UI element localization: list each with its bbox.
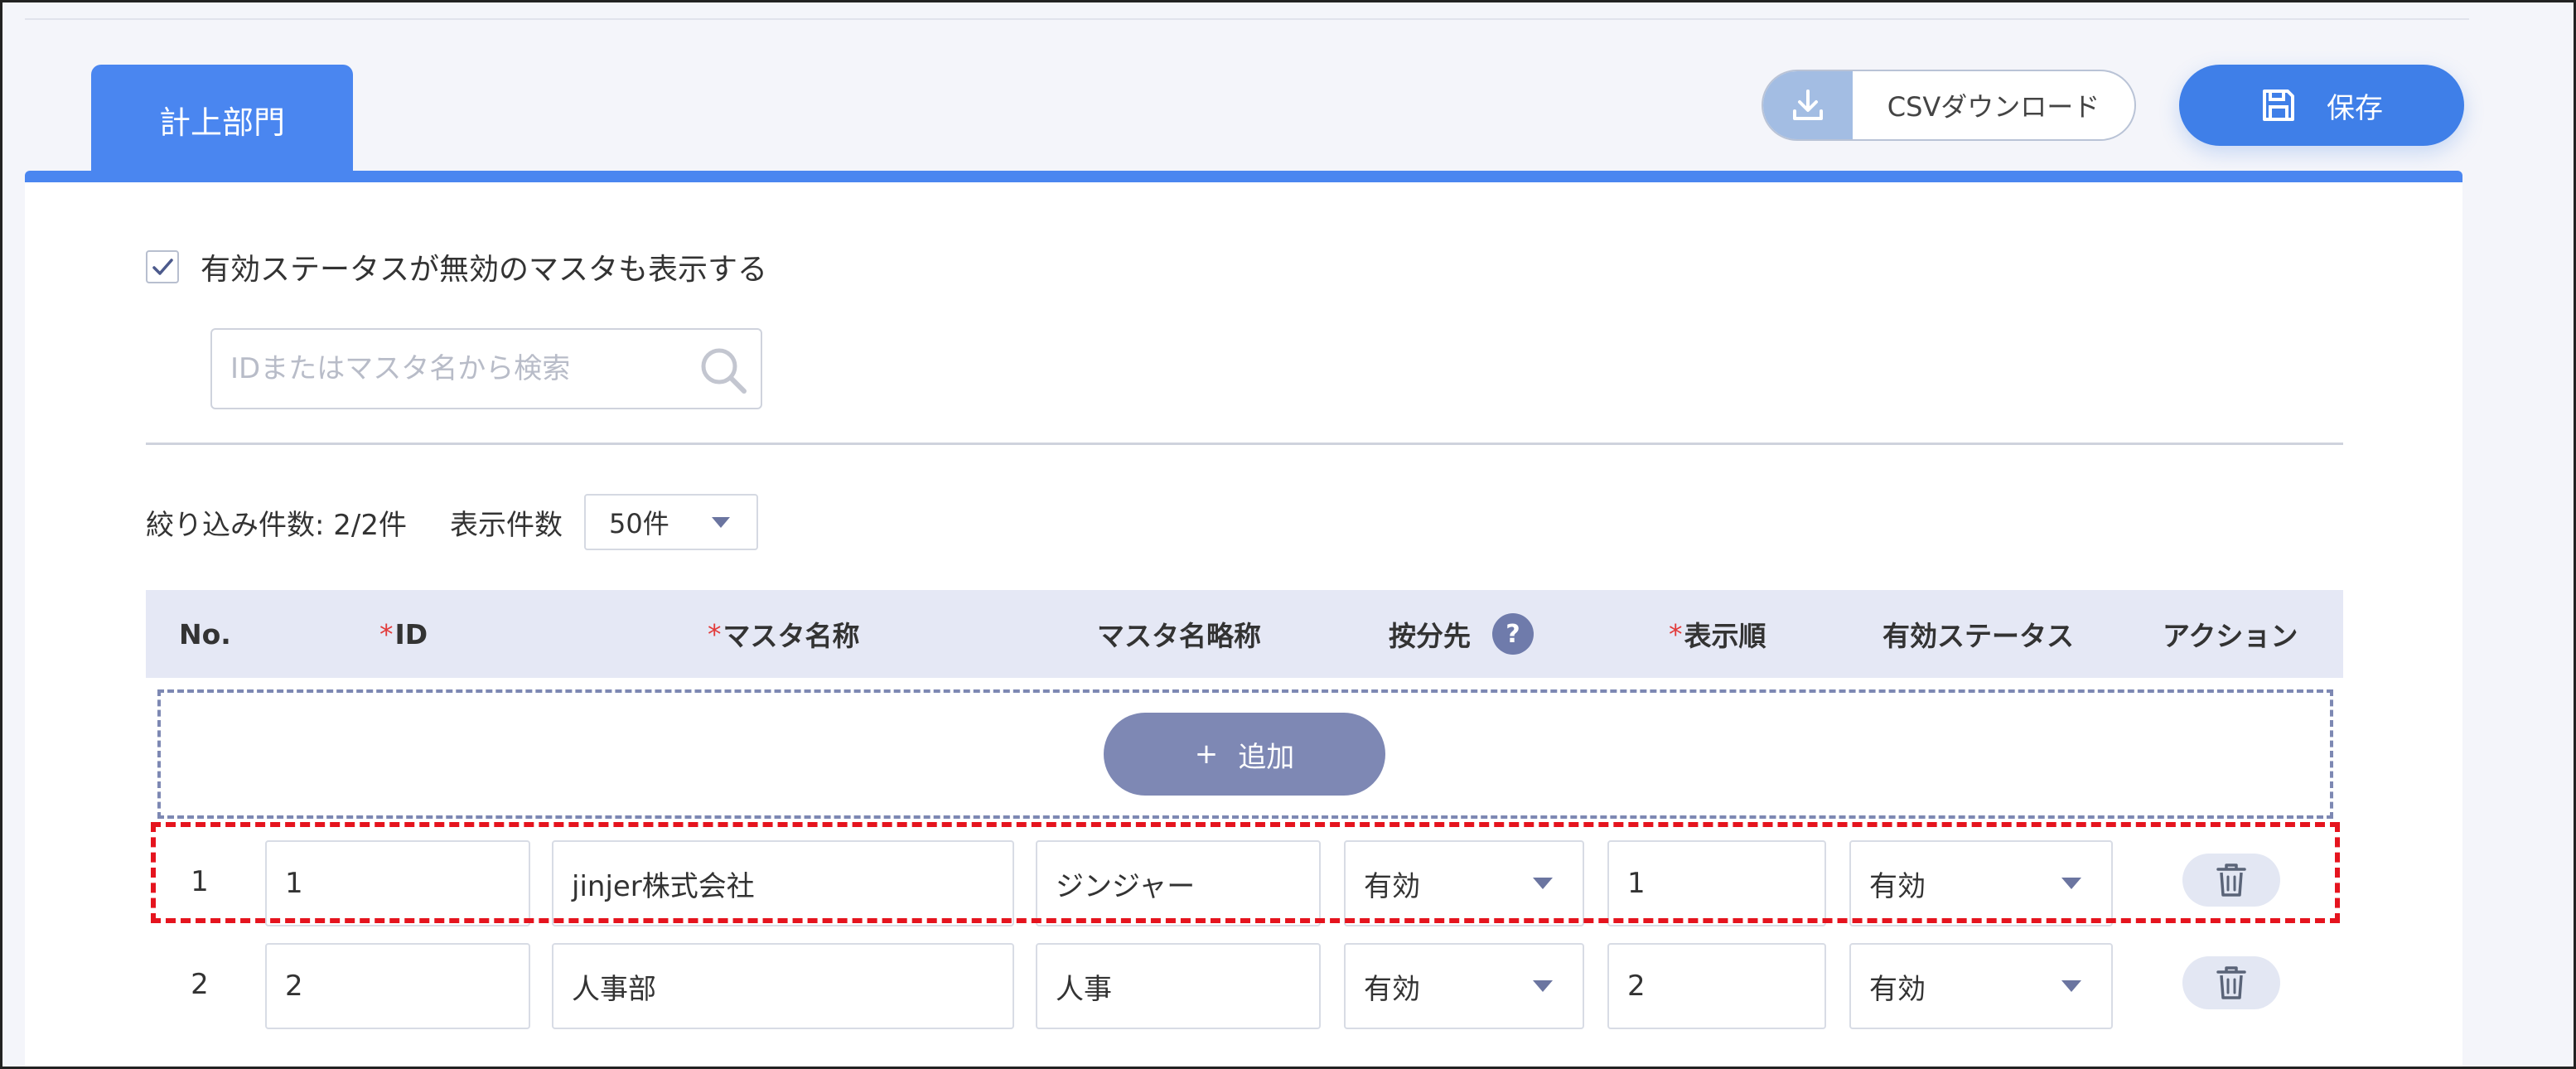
chevron-down-icon xyxy=(2061,980,2081,992)
filter-row: 絞り込み件数: 2/2件 表示件数 50件 xyxy=(146,494,758,550)
id-field[interactable]: 2 xyxy=(265,943,530,1029)
short-name-field[interactable]: 人事 xyxy=(1036,943,1321,1029)
highlight-box xyxy=(151,822,2340,923)
chevron-down-icon xyxy=(1533,980,1553,992)
order-field[interactable]: 2 xyxy=(1607,943,1826,1029)
trash-icon xyxy=(2216,966,2246,999)
show-inactive-checkbox[interactable] xyxy=(146,250,179,283)
tab-underline xyxy=(25,171,2462,182)
allocation-select[interactable]: 有効 xyxy=(1344,943,1584,1029)
help-icon[interactable]: ? xyxy=(1492,613,1534,655)
search-icon[interactable] xyxy=(696,343,751,398)
search-input[interactable] xyxy=(212,330,676,408)
per-page-label: 表示件数 xyxy=(449,508,563,542)
column-action: アクション xyxy=(2163,620,2298,652)
checkmark-icon xyxy=(152,259,173,275)
filter-divider xyxy=(146,443,2343,445)
delete-button[interactable] xyxy=(2182,956,2280,1009)
chevron-down-icon xyxy=(711,516,730,528)
plus-icon: + xyxy=(1194,738,1219,771)
csv-download-label: CSVダウンロード xyxy=(1887,91,2100,123)
tab-accounting-department[interactable]: 計上部門 xyxy=(91,65,353,174)
result-count: 絞り込み件数: 2/2件 xyxy=(146,508,407,542)
add-button[interactable]: + 追加 xyxy=(1104,713,1385,796)
column-order: * 表示順 xyxy=(1669,617,1766,653)
column-status: 有効ステータス xyxy=(1882,620,2074,652)
save-button[interactable]: 保存 xyxy=(2179,65,2464,146)
per-page-select[interactable]: 50件 xyxy=(583,494,758,550)
table-header: No. * ID * マスタ名称 マスタ名略称 按分先 ? * 表示順 有効ステータス… xyxy=(146,590,2343,678)
column-name: * マスタ名称 xyxy=(708,617,860,653)
add-label: 追加 xyxy=(1238,740,1295,774)
column-short-name: マスタ名略称 xyxy=(1097,620,1261,652)
row-number: 2 xyxy=(191,968,209,1001)
status-select[interactable]: 有効 xyxy=(1849,943,2113,1029)
csv-download-button[interactable]: CSVダウンロード xyxy=(1762,70,2136,141)
name-field[interactable]: 人事部 xyxy=(552,943,1014,1029)
save-label: 保存 xyxy=(2327,91,2383,125)
per-page-value: 50件 xyxy=(608,508,669,539)
column-no: No. xyxy=(179,617,231,651)
tab-label: 計上部門 xyxy=(158,104,285,141)
column-id: * ID xyxy=(379,617,428,651)
show-inactive-label: 有効ステータスが無効のマスタも表示する xyxy=(201,253,768,287)
column-allocation: 按分先 ? xyxy=(1389,590,1534,678)
show-inactive-row: 有効ステータスが無効のマスタも表示する xyxy=(146,245,767,288)
top-divider xyxy=(25,18,2469,20)
search-box xyxy=(210,328,762,409)
download-icon xyxy=(1763,71,1853,139)
floppy-disk-icon xyxy=(2263,89,2294,121)
